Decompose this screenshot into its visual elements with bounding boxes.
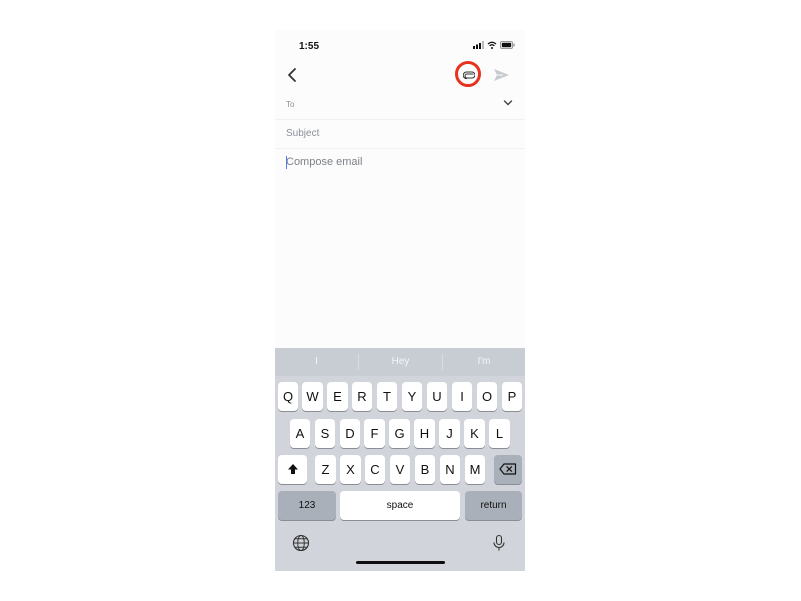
key-f[interactable]: F: [364, 419, 385, 448]
key-q[interactable]: Q: [278, 382, 298, 411]
suggestion-3[interactable]: I'm: [443, 348, 525, 376]
key-p[interactable]: P: [502, 382, 522, 411]
key-t[interactable]: T: [377, 382, 397, 411]
key-u[interactable]: U: [427, 382, 447, 411]
key-h[interactable]: H: [414, 419, 435, 448]
suggestion-2[interactable]: Hey: [359, 348, 442, 376]
key-z[interactable]: Z: [315, 455, 336, 484]
key-a[interactable]: A: [290, 419, 310, 448]
chevron-down-icon[interactable]: [503, 99, 513, 107]
phone-screen: 1:55 To Subject Compose email I Hey I'm …: [275, 30, 525, 571]
globe-icon[interactable]: [292, 534, 310, 552]
shift-key[interactable]: [278, 455, 307, 484]
subject-field[interactable]: Subject: [275, 119, 525, 149]
key-m[interactable]: M: [465, 455, 485, 484]
microphone-icon[interactable]: [490, 534, 508, 552]
home-indicator[interactable]: [356, 561, 445, 564]
key-c[interactable]: C: [365, 455, 385, 484]
subject-placeholder: Subject: [286, 128, 320, 139]
signal-icon: [473, 41, 484, 49]
suggestion-bar: I Hey I'm: [275, 348, 525, 376]
key-g[interactable]: G: [389, 419, 410, 448]
paperclip-icon: [463, 71, 475, 80]
to-label: To: [286, 100, 295, 109]
key-x[interactable]: X: [340, 455, 361, 484]
return-key[interactable]: return: [465, 491, 522, 520]
battery-icon: [500, 41, 515, 49]
key-j[interactable]: J: [439, 419, 460, 448]
status-icons: [473, 39, 515, 51]
key-k[interactable]: K: [464, 419, 485, 448]
back-button[interactable]: [283, 65, 303, 85]
key-e[interactable]: E: [327, 382, 348, 411]
suggestion-1[interactable]: I: [275, 348, 358, 376]
space-key[interactable]: space: [340, 491, 460, 520]
key-v[interactable]: V: [390, 455, 410, 484]
numbers-key[interactable]: 123: [278, 491, 336, 520]
keyboard: I Hey I'm Q W E R T Y U I O P A S D F G …: [275, 348, 525, 571]
attach-button[interactable]: [455, 61, 481, 87]
delete-key[interactable]: [494, 455, 522, 484]
key-b[interactable]: B: [415, 455, 435, 484]
wifi-icon: [487, 41, 497, 49]
chevron-left-icon: [288, 68, 296, 82]
send-icon: [494, 69, 509, 81]
compose-body-input[interactable]: Compose email: [286, 156, 362, 168]
key-l[interactable]: L: [489, 419, 510, 448]
backspace-icon: [499, 463, 517, 475]
shift-icon: [287, 464, 298, 474]
status-time: 1:55: [299, 41, 320, 52]
send-button[interactable]: [493, 67, 511, 83]
key-r[interactable]: R: [352, 382, 372, 411]
key-d[interactable]: D: [340, 419, 360, 448]
key-n[interactable]: N: [440, 455, 460, 484]
key-i[interactable]: I: [452, 382, 472, 411]
key-w[interactable]: W: [302, 382, 323, 411]
key-y[interactable]: Y: [402, 382, 422, 411]
key-s[interactable]: S: [315, 419, 335, 448]
to-field[interactable]: To: [275, 90, 525, 120]
key-o[interactable]: O: [477, 382, 497, 411]
compose-toolbar: [275, 60, 525, 90]
